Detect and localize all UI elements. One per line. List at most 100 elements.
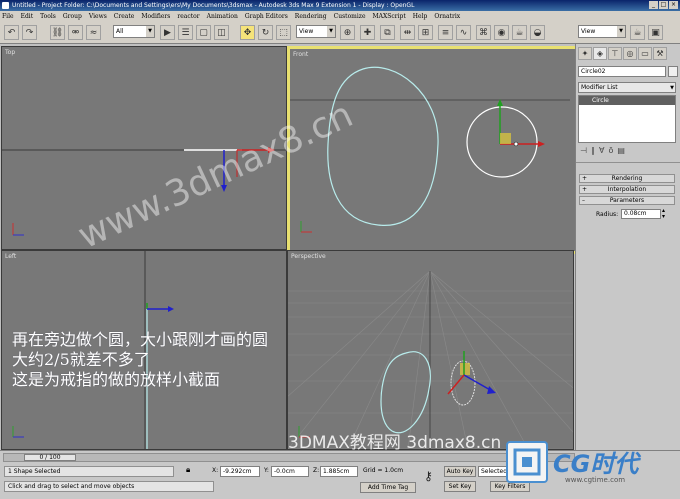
remove-modifier-icon[interactable]: ō xyxy=(608,146,613,155)
unlink-icon[interactable]: ⚮ xyxy=(68,25,83,40)
menu-ornatrix[interactable]: Ornatrix xyxy=(434,13,460,20)
prompt-line: Click and drag to select and move object… xyxy=(4,481,214,492)
command-panel: ✦ ◈ ⊤ ◎ ▭ ⚒ Circle02 Modifier List ▼ Cir… xyxy=(575,44,680,450)
z-coordinate-field[interactable]: 1.885cm xyxy=(320,466,358,477)
menu-graph-editors[interactable]: Graph Editors xyxy=(245,13,288,20)
parameters-rollout[interactable]: – Parameters xyxy=(579,196,675,205)
command-panel-tabs: ✦ ◈ ⊤ ◎ ▭ ⚒ xyxy=(578,47,667,60)
minimize-button[interactable]: _ xyxy=(649,1,658,9)
select-icon[interactable]: ▶ xyxy=(160,25,175,40)
window-title: Untitled - Project Folder: C:\Documents … xyxy=(12,2,415,9)
object-color-swatch[interactable] xyxy=(668,66,678,77)
display-tab-icon[interactable]: ▭ xyxy=(638,47,652,60)
chevron-down-icon: ▼ xyxy=(146,26,154,37)
y-label: Y: xyxy=(264,467,269,474)
add-time-tag-button[interactable]: Add Time Tag xyxy=(360,482,416,493)
snap-toggle-icon[interactable]: ⧉ xyxy=(380,25,395,40)
material-editor-icon[interactable]: ◉ xyxy=(494,25,509,40)
window-crossing-icon[interactable]: ◫ xyxy=(214,25,229,40)
top-viewport-canvas xyxy=(2,147,286,236)
align-icon[interactable]: ⊞ xyxy=(418,25,433,40)
select-by-name-icon[interactable]: ☰ xyxy=(178,25,193,40)
scale-icon[interactable]: ⬚ xyxy=(276,25,291,40)
menu-create[interactable]: Create xyxy=(114,13,135,20)
menu-reactor[interactable]: reactor xyxy=(177,13,199,20)
caption-line-1: 再在旁边做个圆，大小跟刚才画的圆 xyxy=(12,330,269,349)
menu-views[interactable]: Views xyxy=(89,13,107,20)
region-select-icon[interactable]: ▢ xyxy=(196,25,211,40)
cg-logo-text: CG时代 xyxy=(553,450,639,478)
time-slider[interactable]: 0 / 100 xyxy=(3,453,575,462)
named-selection-dropdown[interactable]: View ▼ xyxy=(578,25,626,38)
menu-file[interactable]: File xyxy=(2,13,14,20)
menu-animation[interactable]: Animation xyxy=(207,13,238,20)
menu-rendering[interactable]: Rendering xyxy=(295,13,327,20)
render-teapot-icon[interactable]: ☕ xyxy=(630,25,645,40)
radius-spinner-icon[interactable]: ▴ ▾ xyxy=(662,208,665,220)
interpolation-rollout-label: Interpolation xyxy=(607,186,647,193)
menu-group[interactable]: Group xyxy=(63,13,82,20)
layer-manager-icon[interactable]: ≡ xyxy=(438,25,453,40)
main-toolbar: ↶ ↷ ⛓ ⚮ ≈ All ▼ ▶ ☰ ▢ ◫ ✥ ↻ ⬚ View ▼ ⊕ ✚ ⧉… xyxy=(0,22,680,44)
chevron-down-icon: ▼ xyxy=(670,85,674,91)
set-key-button[interactable]: Set Key xyxy=(444,481,476,492)
reference-coordinate-dropdown[interactable]: View ▼ xyxy=(296,25,336,38)
stack-item-circle[interactable]: Circle xyxy=(579,96,675,105)
configure-modifier-sets-icon[interactable]: ▤ xyxy=(617,146,625,155)
curve-editor-icon[interactable]: ∿ xyxy=(456,25,471,40)
move-icon[interactable]: ✥ xyxy=(240,25,255,40)
motion-tab-icon[interactable]: ◎ xyxy=(623,47,637,60)
selection-filter-dropdown[interactable]: All ▼ xyxy=(113,25,155,38)
mirror-icon[interactable]: ⇹ xyxy=(400,25,415,40)
maximize-button[interactable]: □ xyxy=(659,1,668,9)
undo-icon[interactable]: ↶ xyxy=(4,25,19,40)
front-viewport-canvas xyxy=(290,66,570,233)
x-coordinate-field[interactable]: -9.292cm xyxy=(220,466,260,477)
select-manipulate-icon[interactable]: ✚ xyxy=(360,25,375,40)
cg-logo: CG时代 www.cgtime.com xyxy=(505,438,680,499)
modifier-list-dropdown[interactable]: Modifier List ▼ xyxy=(578,82,676,93)
modify-tab-icon[interactable]: ◈ xyxy=(593,47,607,60)
quick-render-icon[interactable]: ◒ xyxy=(530,25,545,40)
viewport-top[interactable]: Top xyxy=(1,46,287,250)
create-tab-icon[interactable]: ✦ xyxy=(578,47,592,60)
panel-divider xyxy=(576,162,680,163)
rendering-rollout[interactable]: + Rendering xyxy=(579,174,675,183)
ref-coord-value: View xyxy=(299,28,314,35)
caption-line-3: 这是为戒指的做的放样小截面 xyxy=(12,370,221,389)
menu-customize[interactable]: Customize xyxy=(334,13,366,20)
bind-space-warp-icon[interactable]: ≈ xyxy=(86,25,101,40)
viewport-front[interactable]: Front xyxy=(287,46,578,254)
show-end-result-icon[interactable]: ∥ xyxy=(591,146,595,155)
render-setup-icon[interactable]: ☕ xyxy=(512,25,527,40)
auto-key-button[interactable]: Auto Key xyxy=(444,466,476,477)
selection-filter-value: All xyxy=(116,28,124,35)
hierarchy-tab-icon[interactable]: ⊤ xyxy=(608,47,622,60)
rendering-rollout-label: Rendering xyxy=(611,175,643,182)
radius-input[interactable]: 0.08cm xyxy=(621,209,661,219)
rotate-icon[interactable]: ↻ xyxy=(258,25,273,40)
select-and-link-icon[interactable]: ⛓ xyxy=(50,25,65,40)
menu-modifiers[interactable]: Modifiers xyxy=(141,13,170,20)
pivot-center-icon[interactable]: ⊕ xyxy=(340,25,355,40)
object-name-field[interactable]: Circle02 xyxy=(578,66,666,77)
schematic-view-icon[interactable]: ⌘ xyxy=(476,25,491,40)
render-last-icon[interactable]: ▣ xyxy=(648,25,663,40)
tutorial-caption: 再在旁边做个圆，大小跟刚才画的圆 大约2/5就差不多了 这是为戒指的做的放样小截… xyxy=(12,330,372,390)
menu-help[interactable]: Help xyxy=(413,13,428,20)
utilities-tab-icon[interactable]: ⚒ xyxy=(653,47,667,60)
lock-icon[interactable]: 🔒︎ xyxy=(186,465,190,475)
close-button[interactable]: × xyxy=(669,1,678,9)
key-icon[interactable]: ⚷ xyxy=(424,469,433,483)
collapse-icon: – xyxy=(582,197,585,204)
y-coordinate-field[interactable]: -0.0cm xyxy=(271,466,309,477)
make-unique-icon[interactable]: ∀ xyxy=(599,146,604,155)
menu-tools[interactable]: Tools xyxy=(40,13,56,20)
interpolation-rollout[interactable]: + Interpolation xyxy=(579,185,675,194)
menu-edit[interactable]: Edit xyxy=(21,13,34,20)
stack-tools: ⊣ ∥ ∀ ō ▤ xyxy=(580,146,625,155)
time-slider-thumb[interactable]: 0 / 100 xyxy=(24,454,76,461)
pin-stack-icon[interactable]: ⊣ xyxy=(580,146,587,155)
redo-icon[interactable]: ↷ xyxy=(22,25,37,40)
menu-maxscript[interactable]: MAXScript xyxy=(373,13,406,20)
